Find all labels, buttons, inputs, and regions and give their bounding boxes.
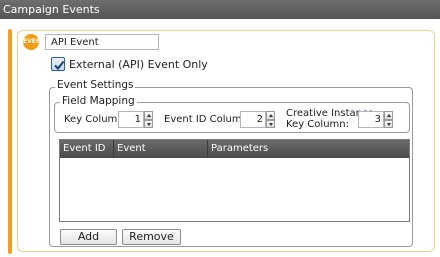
column-header-event-id[interactable]: Event ID (60, 140, 114, 158)
external-event-toggle[interactable]: External (API) Event Only (51, 56, 208, 72)
event-settings-legend: Event Settings (55, 79, 136, 91)
events-grid[interactable]: Event ID Event Parameters (59, 139, 410, 222)
add-button[interactable]: Add (60, 229, 117, 245)
remove-button[interactable]: Remove (122, 229, 181, 245)
creative-instance-decrement-button[interactable] (384, 119, 393, 128)
event-id-column-decrement-button[interactable] (266, 119, 275, 128)
event-name-input[interactable] (45, 34, 159, 50)
grid-header: Event ID Event Parameters (60, 140, 409, 158)
chevron-down-icon (386, 122, 391, 126)
field-mapping-legend: Field Mapping (60, 95, 137, 107)
column-header-event[interactable]: Event (114, 140, 208, 158)
creative-instance-stepper[interactable] (358, 111, 393, 128)
external-event-checkbox[interactable] (51, 57, 65, 71)
event-icon: EVENT (23, 34, 45, 50)
creative-instance-increment-button[interactable] (384, 111, 393, 120)
checkmark-icon (54, 60, 65, 71)
chevron-up-icon (146, 114, 151, 117)
creative-instance-input[interactable] (358, 111, 384, 128)
chevron-down-icon (268, 122, 273, 126)
chevron-up-icon (268, 114, 273, 117)
window-title: Campaign Events (0, 0, 440, 19)
event-id-column-stepper[interactable] (240, 111, 275, 128)
section-accent-bar (8, 29, 12, 254)
key-column-increment-button[interactable] (144, 111, 153, 120)
chevron-down-icon (146, 122, 151, 126)
external-event-label: External (API) Event Only (69, 57, 208, 71)
key-column-stepper[interactable] (118, 111, 153, 128)
event-id-column-input[interactable] (240, 111, 266, 128)
event-id-column-increment-button[interactable] (266, 111, 275, 120)
event-id-column-label: Event ID Column: (164, 114, 252, 125)
chevron-up-icon (386, 114, 391, 117)
creative-instance-label-line2: Key Column: (286, 119, 349, 130)
column-header-parameters[interactable]: Parameters (208, 140, 409, 158)
key-column-input[interactable] (118, 111, 144, 128)
key-column-decrement-button[interactable] (144, 119, 153, 128)
